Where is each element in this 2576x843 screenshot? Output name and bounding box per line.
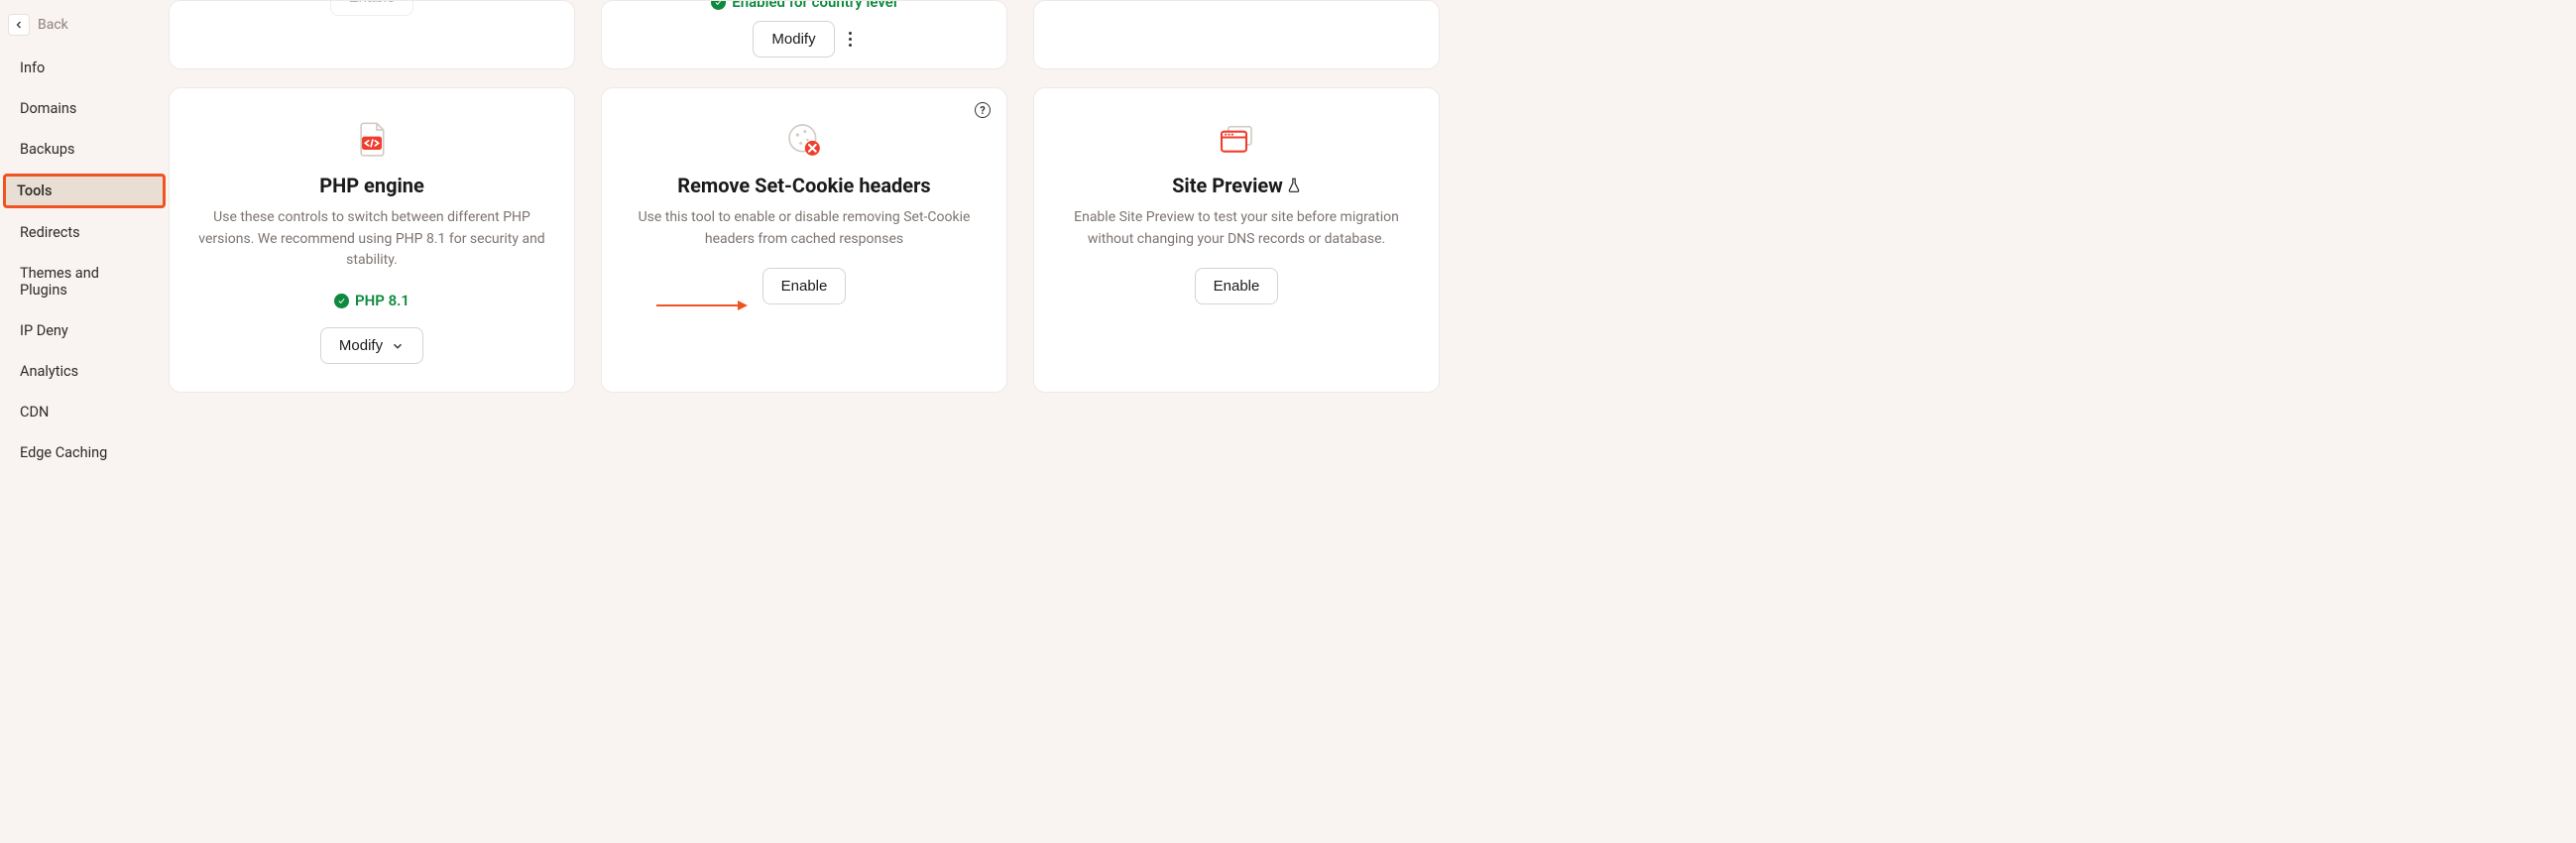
top-card-1: Enable (169, 0, 575, 69)
card-preview-desc: Enable Site Preview to test your site be… (1062, 207, 1411, 250)
sidebar-item-cdn[interactable]: CDN (6, 396, 163, 428)
top-card-2-status: Enabled for country level (711, 0, 897, 11)
flask-icon (1287, 178, 1301, 193)
sidebar-item-tools[interactable]: Tools (3, 174, 166, 208)
top-card-3 (1033, 0, 1440, 69)
cookie-enable-button[interactable]: Enable (762, 268, 847, 304)
arrow-left-icon (13, 19, 25, 31)
back-label: Back (38, 17, 68, 33)
card-php-title: PHP engine (319, 174, 424, 197)
sidebar-item-analytics[interactable]: Analytics (6, 355, 163, 388)
card-php-status-text: PHP 8.1 (355, 292, 410, 309)
top-card-2: Enabled for country level Modify (601, 0, 1007, 69)
card-site-preview: Site Preview Enable Site Preview to test… (1033, 87, 1440, 393)
card-remove-cookie: ? Remove Set-Cookie headers Use this too… (601, 87, 1007, 393)
card-grid: PHP engine Use these controls to switch … (169, 87, 1547, 393)
card-cookie-desc: Use this tool to enable or disable remov… (630, 207, 979, 250)
sidebar-item-backups[interactable]: Backups (6, 133, 163, 166)
card-preview-title-text: Site Preview (1172, 174, 1283, 197)
sidebar-item-info[interactable]: Info (6, 52, 163, 84)
top-card-row: Enable Enabled for country level Modify (169, 0, 1547, 69)
sidebar-nav: Info Domains Backups Tools Redirects The… (0, 48, 169, 473)
card-php-status: PHP 8.1 (334, 292, 410, 309)
sidebar-item-edge-caching[interactable]: Edge Caching (6, 436, 163, 469)
sidebar: Back Info Domains Backups Tools Redirect… (0, 0, 169, 506)
php-modify-button[interactable]: Modify (320, 327, 423, 364)
browser-preview-icon (1217, 120, 1256, 160)
back-row: Back (0, 8, 169, 48)
kebab-menu-icon[interactable] (845, 28, 856, 51)
card-cookie-title: Remove Set-Cookie headers (677, 174, 930, 197)
back-button[interactable] (8, 14, 30, 36)
sidebar-item-redirects[interactable]: Redirects (6, 216, 163, 249)
top-card-2-modify-button[interactable]: Modify (753, 21, 834, 58)
help-icon[interactable]: ? (975, 102, 991, 118)
code-file-icon (352, 120, 392, 160)
top-card-1-enable-button[interactable]: Enable (330, 0, 414, 16)
sidebar-item-domains[interactable]: Domains (6, 92, 163, 125)
php-modify-label: Modify (339, 337, 383, 354)
arrow-annotation (656, 301, 748, 310)
sidebar-item-themes-plugins[interactable]: Themes and Plugins (6, 257, 163, 306)
check-icon (711, 0, 726, 10)
sidebar-item-ip-deny[interactable]: IP Deny (6, 314, 163, 347)
cookie-remove-icon (784, 120, 824, 160)
check-icon (334, 294, 349, 308)
top-card-2-status-text: Enabled for country level (732, 0, 897, 11)
preview-enable-button[interactable]: Enable (1195, 268, 1279, 304)
content: Enable Enabled for country level Modify (169, 0, 1547, 506)
card-php-desc: Use these controls to switch between dif… (197, 207, 546, 272)
card-php-engine: PHP engine Use these controls to switch … (169, 87, 575, 393)
card-preview-title: Site Preview (1172, 174, 1301, 197)
chevron-down-icon (391, 339, 405, 353)
